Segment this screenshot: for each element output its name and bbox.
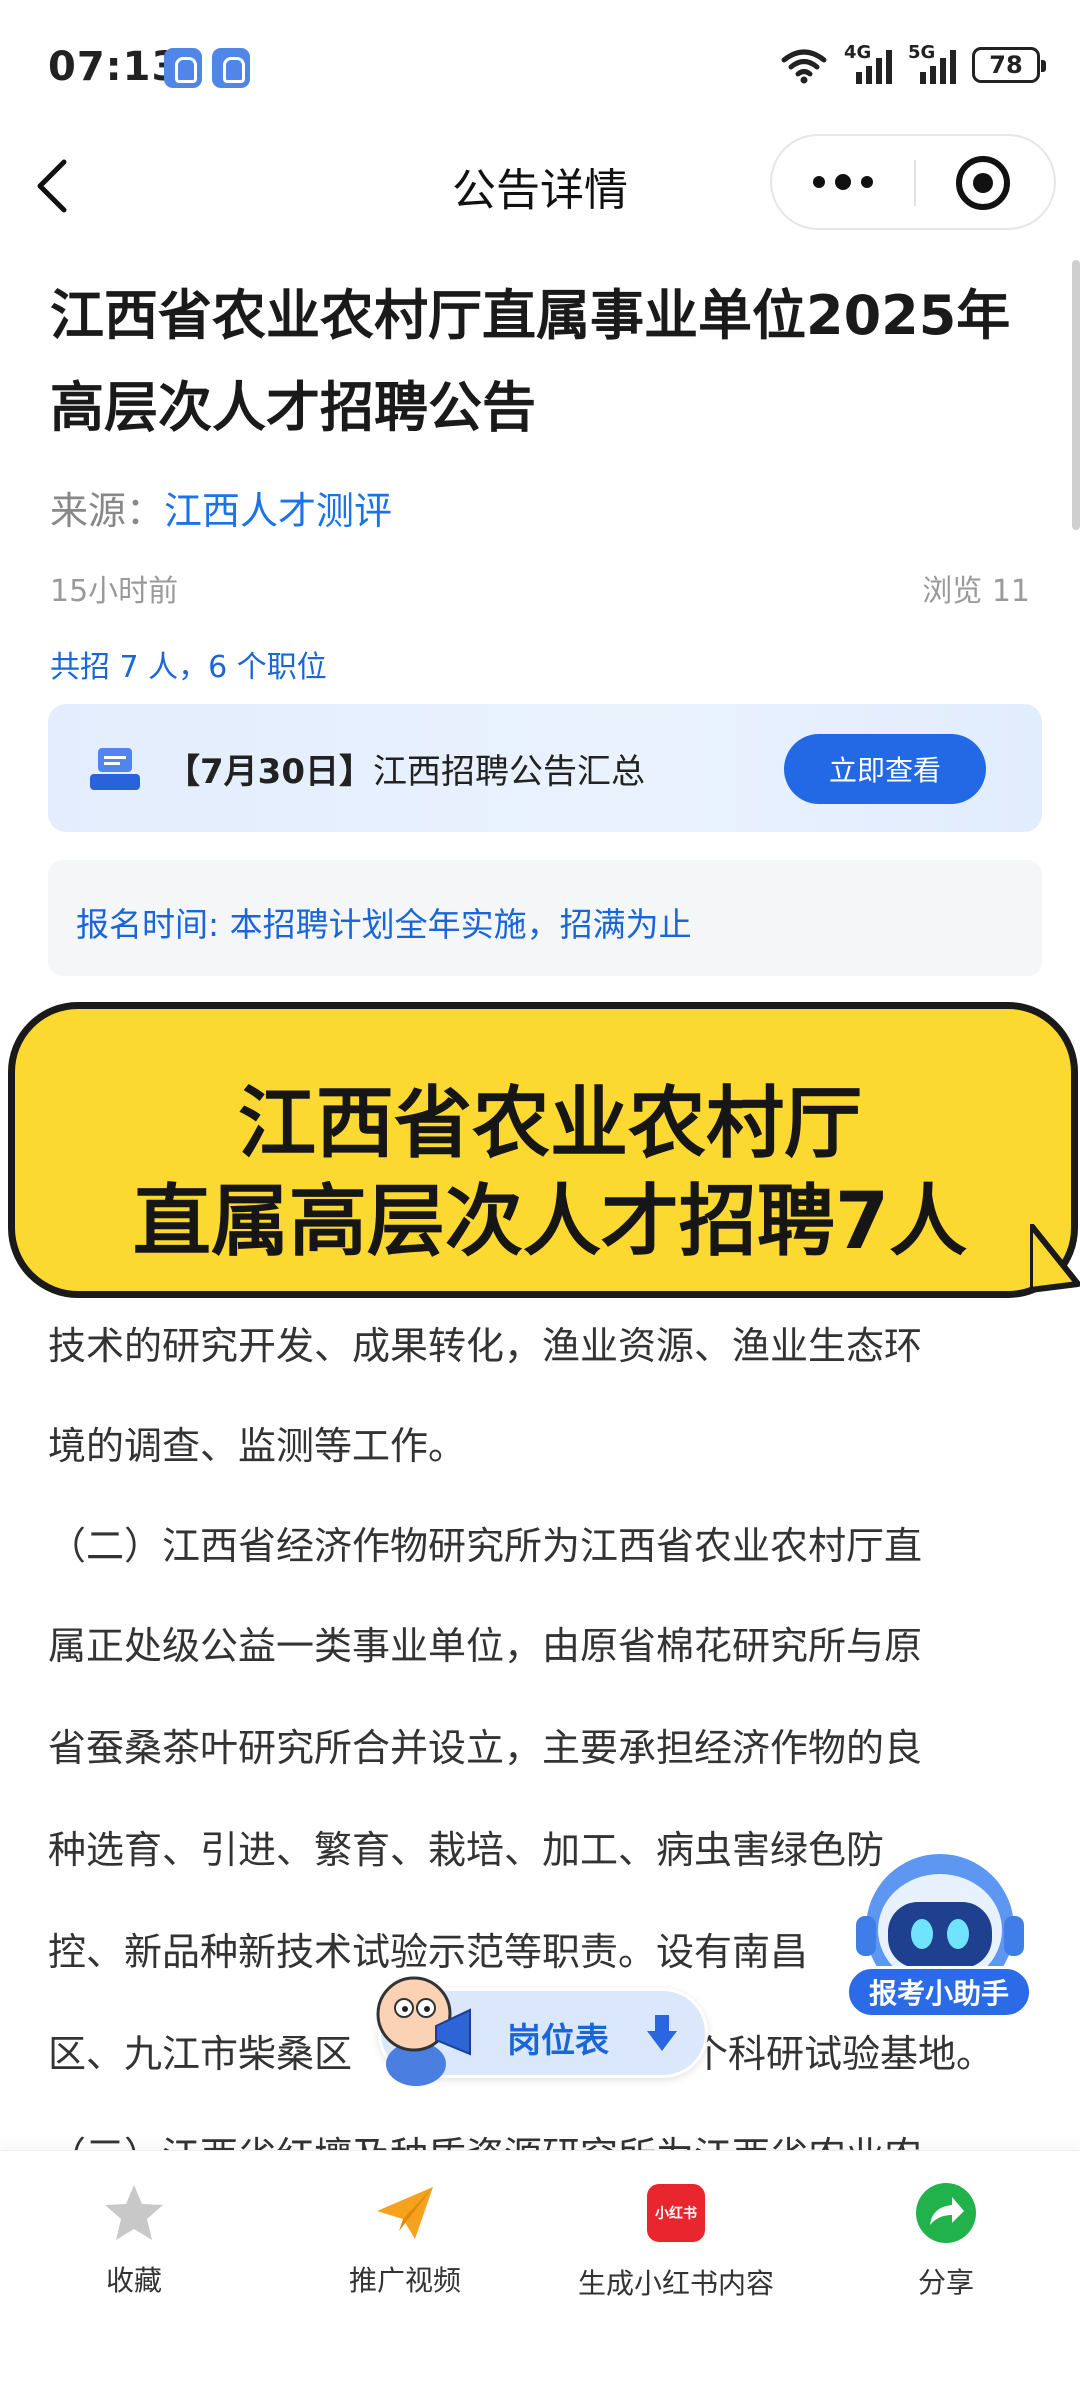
capsule-divider <box>914 160 916 206</box>
battery-icon: 78 <box>972 47 1046 83</box>
bottom-action-bar: 收藏 推广视频 小红书 生成小红书内容 分享 <box>0 2150 1080 2386</box>
more-options-button[interactable] <box>772 136 914 228</box>
banner-title: 江西招聘公告汇总 <box>372 752 645 792</box>
status-bar: 07:13 4G 5G 78 <box>0 0 1080 130</box>
body-text-line: 技术的研究开发、成果转化，渔业资源、渔业生态环 <box>48 1324 923 1368</box>
promo-video-label: 推广视频 <box>348 2264 461 2297</box>
navigation-bar: 公告详情 <box>0 130 1080 240</box>
document-stack-icon <box>90 748 140 790</box>
network-type-label: 4G <box>844 42 872 63</box>
publish-time: 15小时前 <box>50 574 179 609</box>
close-miniprogram-icon[interactable] <box>956 156 1010 210</box>
paper-plane-icon <box>377 2187 433 2239</box>
battery-level: 78 <box>989 51 1023 79</box>
announcement-summary-banner[interactable]: 【7月30日】江西招聘公告汇总 立即查看 <box>48 704 1042 832</box>
exam-helper-label[interactable]: 报考小助手 <box>846 1966 1032 2018</box>
registration-time: 报名时间: 本招聘计划全年实施，招满为止 <box>76 905 692 944</box>
arrow-down-icon <box>647 2015 677 2051</box>
banner-text: 【7月30日】江西招聘公告汇总 <box>166 744 645 793</box>
xiaohongshu-label: 生成小红书内容 <box>577 2267 774 2300</box>
headline-overlay: 江西省农业农村厅 直属高层次人才招聘7人 <box>8 1002 1078 1298</box>
favorite-tab[interactable]: 收藏 <box>0 2181 274 2299</box>
signal-5g-icon: 5G <box>908 42 956 84</box>
body-text-line: 属正处级公益一类事业单位，由原省棉花研究所与原 <box>48 1624 923 1668</box>
miniprogram-capsule <box>770 134 1056 230</box>
recruitment-summary: 共招 7 人，6 个职位 <box>50 650 327 685</box>
share-tab[interactable]: 分享 <box>806 2181 1080 2301</box>
speech-bubble-tail <box>1030 1224 1080 1293</box>
source-label: 来源： <box>50 489 165 533</box>
xiaohongshu-tab[interactable]: 小红书 生成小红书内容 <box>536 2181 816 2302</box>
star-icon <box>105 2185 163 2240</box>
article-title: 江西省农业农村厅直属事业单位2025年高层次人才招聘公告 <box>50 284 1011 439</box>
overlay-line-1: 江西省农业农村厅 <box>237 1079 862 1169</box>
scrollbar[interactable] <box>1072 260 1080 530</box>
notification-app-icon <box>164 48 202 88</box>
job-list-label: 岗位表 <box>507 2021 609 2061</box>
body-text-line: （二）江西省经济作物研究所为江西省农业农村厅直 <box>48 1524 923 1568</box>
body-text-line: 省蚕桑茶叶研究所合并设立，主要承担经济作物的良 <box>48 1726 923 1770</box>
favorite-label: 收藏 <box>105 2264 162 2297</box>
registration-time-box: 报名时间: 本招聘计划全年实施，招满为止 <box>48 860 1042 976</box>
promo-video-tab[interactable]: 推广视频 <box>265 2181 545 2299</box>
signal-4g-icon: 4G <box>844 42 892 84</box>
notification-app-icon <box>212 48 250 88</box>
wifi-icon <box>781 49 827 84</box>
xiaohongshu-icon: 小红书 <box>647 2184 705 2242</box>
status-time: 07:13 <box>48 44 181 90</box>
overlay-line-2: 直属高层次人才招聘7人 <box>132 1177 968 1267</box>
article-source: 来源：江西人才测评 <box>50 480 392 535</box>
body-text-line: 区、九江市柴桑区 <box>48 2032 353 2076</box>
banner-date: 【7月30日】 <box>166 752 373 792</box>
share-icon <box>916 2183 976 2243</box>
view-count: 浏览 11 <box>922 574 1030 609</box>
body-text-line: 境的调查、监测等工作。 <box>48 1424 467 1468</box>
share-label: 分享 <box>917 2266 974 2299</box>
view-now-button[interactable]: 立即查看 <box>784 734 986 804</box>
network-type-label: 5G <box>908 42 936 63</box>
mascot-megaphone-icon <box>376 1976 471 2086</box>
source-link[interactable]: 江西人才测评 <box>164 489 392 533</box>
